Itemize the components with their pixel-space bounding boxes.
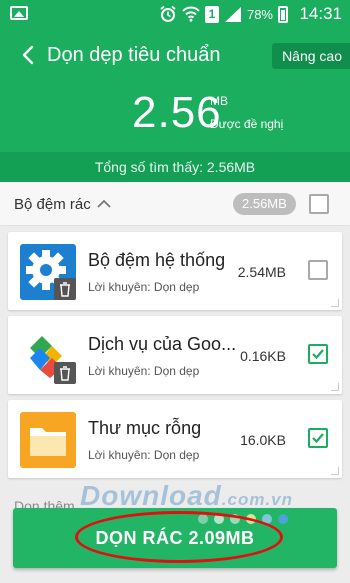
size-unit: MB [210,94,228,108]
status-icons: 1 78% [159,5,288,23]
item-subtitle: Lời khuyên: Dọn dẹp [88,448,200,462]
junk-cache-group-header[interactable]: Bộ đệm rác 2.56MB [0,182,350,226]
battery-percent: 78% [246,6,273,22]
total-found-bar: Tổng số tìm thấy: 2.56MB [0,152,350,182]
header: Dọn dẹp tiêu chuẩn Nâng cao 2.56 MB Được… [0,28,350,152]
trash-icon [54,278,76,300]
item-checkbox[interactable] [308,344,328,364]
page-title: Dọn dẹp tiêu chuẩn [47,44,221,66]
checkmark-icon [312,433,324,444]
checkmark-icon [312,349,324,360]
item-subtitle: Lời khuyên: Dọn dẹp [88,280,200,294]
size-value: 2.56 [132,88,222,137]
clean-button-label: DỌN RÁC 2.09MB [95,528,255,548]
dot-icon [278,514,288,524]
battery-icon [278,5,288,23]
chevron-up-icon[interactable] [96,197,112,209]
item-size: 16.0KB [240,432,286,448]
recommended-size: 2.56 MB Được đề nghị [132,88,283,137]
group-title: Bộ đệm rác [14,196,91,213]
group-checkbox[interactable] [309,194,329,214]
corner-mark [331,299,339,307]
clean-junk-button[interactable]: DỌN RÁC 2.09MB [13,508,337,568]
item-checkbox[interactable] [308,260,328,280]
item-checkbox[interactable] [308,428,328,448]
folder-icon [20,412,76,468]
list-item-empty-folder[interactable]: Thư mục rỗng Lời khuyên: Dọn dẹp 16.0KB [8,400,342,478]
item-size: 2.54MB [237,264,286,280]
trash-icon [54,362,76,384]
item-title: Bộ đệm hệ thống [88,250,226,270]
corner-mark [331,467,339,475]
size-note: Được đề nghị [210,117,284,131]
list-item-google-services[interactable]: Dịch vụ của Goo... Lời khuyên: Dọn dẹp 0… [8,316,342,394]
status-bar: 1 78% 14:31 [0,0,350,28]
download-watermark: Download.com.vn [80,480,293,512]
item-subtitle: Lời khuyên: Dọn dẹp [88,364,200,378]
sim-icon: 1 [204,5,219,23]
clock: 14:31 [299,4,342,23]
watermark-text: Download [80,480,222,511]
list-item-system-cache[interactable]: Bộ đệm hệ thống Lời khuyên: Dọn dẹp 2.54… [8,232,342,310]
item-title: Dịch vụ của Goo... [88,334,237,354]
signal-icon [224,6,241,22]
item-size: 0.16KB [240,348,286,364]
advanced-button[interactable]: Nâng cao [272,43,350,69]
wifi-icon [182,6,200,22]
gallery-icon [10,6,28,20]
watermark-suffix: .com.vn [221,490,294,509]
corner-mark [331,383,339,391]
item-title: Thư mục rỗng [88,418,202,438]
group-size-badge: 2.56MB [233,193,296,215]
alarm-icon [160,5,176,22]
back-arrow-icon[interactable] [18,44,40,66]
